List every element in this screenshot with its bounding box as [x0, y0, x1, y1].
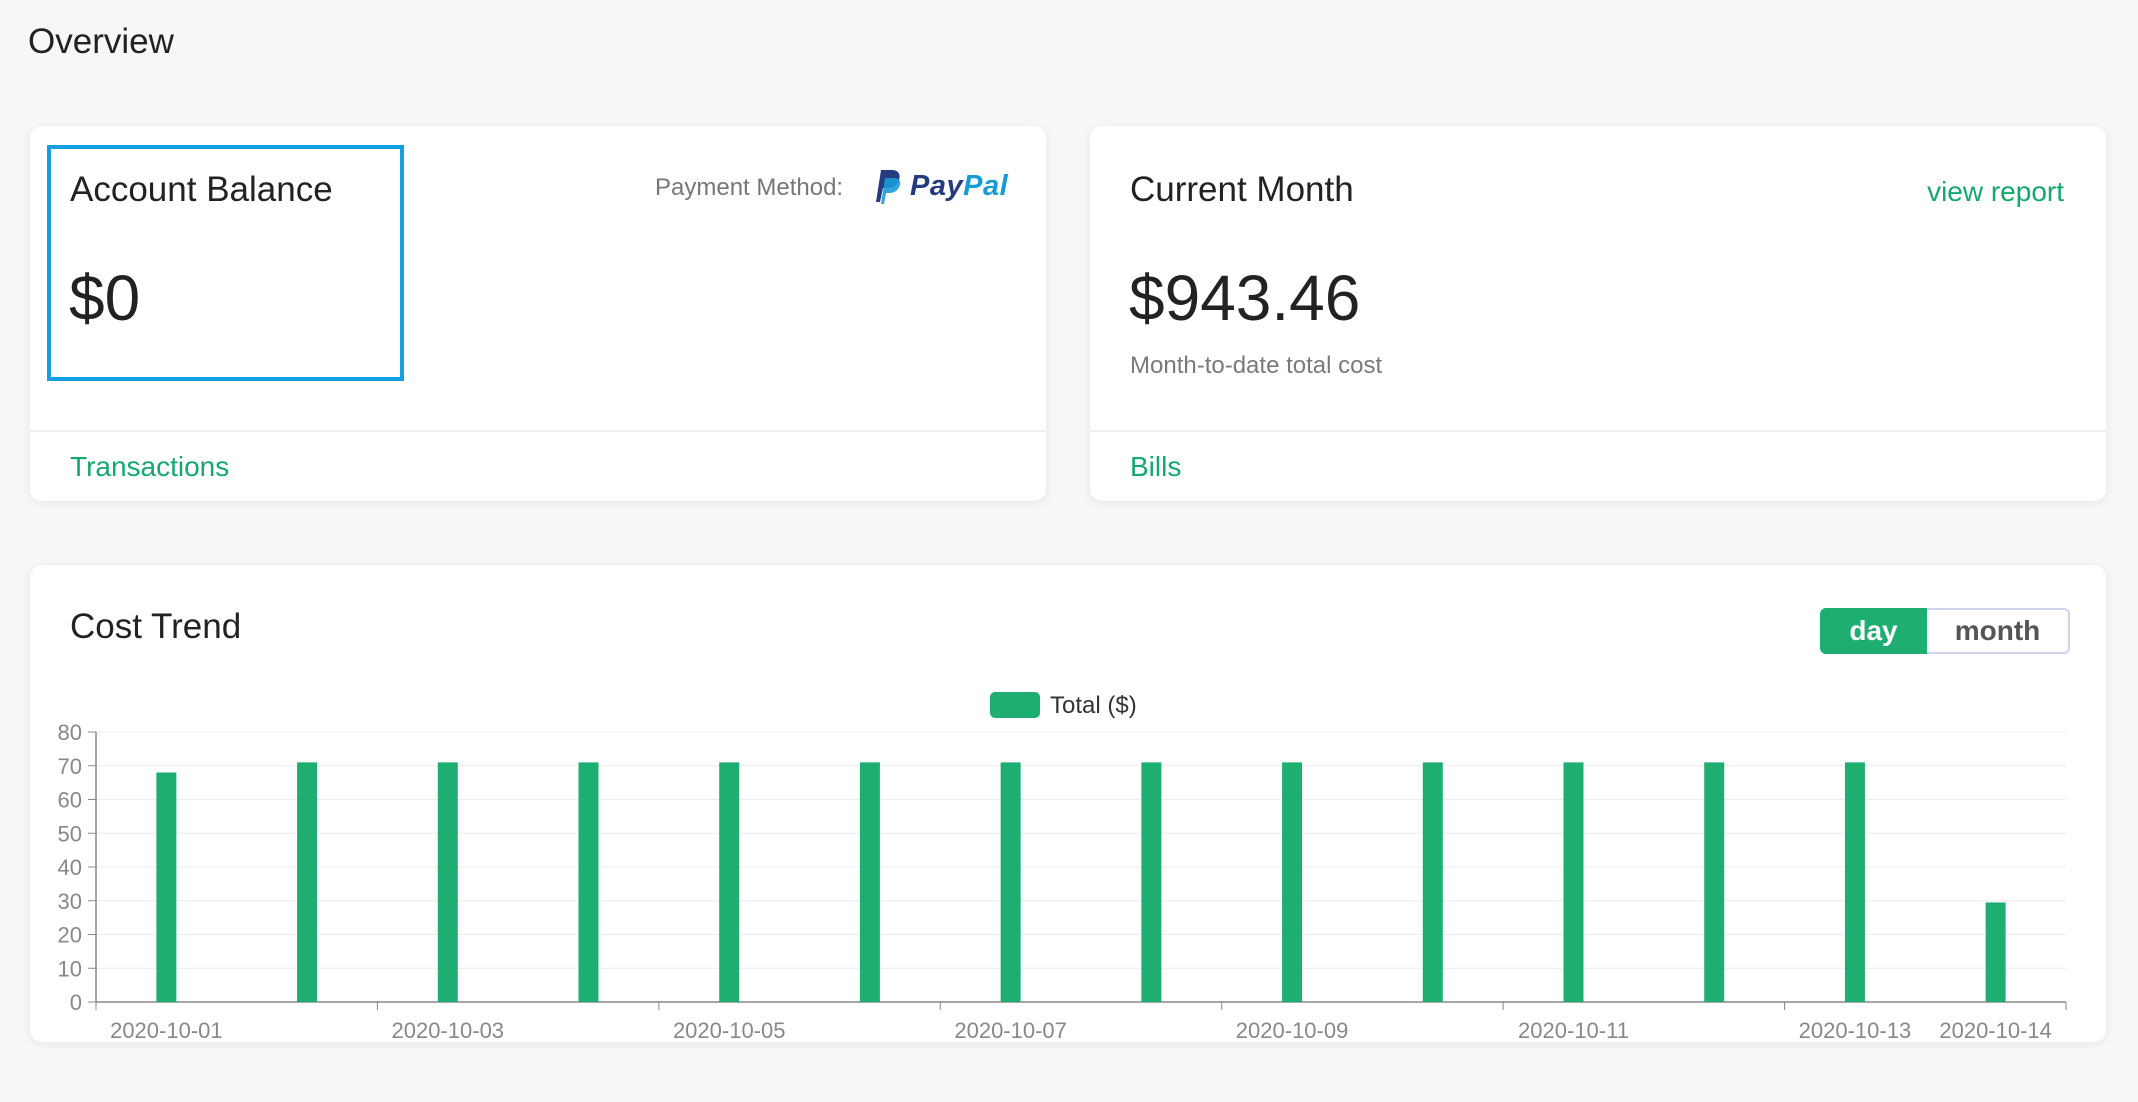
x-tick-label: 2020-10-09	[1236, 1018, 1349, 1042]
cost-trend-chart: 0 10 20 30 40 50 60 70 80 2020-10-01 2020-10-03 202…	[58, 692, 2067, 1042]
bar	[297, 762, 318, 1002]
payment-method-label: Payment Method:	[655, 174, 844, 201]
x-tick-label: 2020-10-07	[954, 1018, 1067, 1042]
y-tick-label: 50	[58, 821, 82, 846]
y-tick-label: 70	[58, 754, 82, 779]
account-balance-title: Account Balance	[70, 170, 333, 209]
transactions-link[interactable]: Transactions	[70, 451, 229, 483]
bar	[1844, 762, 1865, 1002]
account-balance-card: Account Balance $0 Payment Method: PayPa…	[30, 126, 1046, 501]
current-month-amount: $943.46	[1129, 262, 1361, 334]
bar	[1282, 762, 1303, 1002]
bar	[719, 762, 740, 1002]
bar	[1141, 762, 1162, 1002]
bills-link[interactable]: Bills	[1130, 451, 1181, 483]
x-tick-label: 2020-10-14	[1939, 1018, 2052, 1042]
y-tick-label: 60	[58, 788, 82, 813]
bar	[859, 762, 880, 1002]
page-title: Overview	[28, 22, 174, 61]
bar	[1563, 762, 1584, 1002]
x-tick-label: 2020-10-13	[1799, 1018, 1912, 1042]
card-divider	[30, 430, 1046, 432]
current-month-title: Current Month	[1130, 170, 1354, 209]
bar	[437, 762, 458, 1002]
y-tick-label: 20	[58, 923, 82, 948]
x-tick-label: 2020-10-03	[392, 1018, 505, 1042]
y-tick-label: 30	[58, 889, 82, 914]
y-tick-label: 80	[58, 720, 82, 745]
view-report-link[interactable]: view report	[1927, 176, 2064, 208]
paypal-p-icon	[876, 170, 901, 204]
x-tick-label: 2020-10-01	[110, 1018, 223, 1042]
x-tick-label: 2020-10-05	[673, 1018, 786, 1042]
bar	[1704, 762, 1725, 1002]
legend-swatch	[990, 692, 1040, 718]
y-tick-label: 10	[58, 956, 82, 981]
account-balance-amount: $0	[69, 262, 141, 334]
bar	[156, 772, 177, 1002]
paypal-wordmark: PayPal	[910, 169, 1009, 202]
legend-label: Total ($)	[1050, 692, 1137, 719]
month-to-date-caption: Month-to-date total cost	[1130, 352, 1383, 379]
bar	[1422, 762, 1443, 1002]
cost-trend-card: Cost Trend day month 0 10 20 30 40 50 60 70 80 20…	[30, 565, 2106, 1042]
paypal-logo: PayPal	[870, 166, 1008, 206]
y-tick-label: 0	[70, 990, 82, 1015]
card-divider	[1090, 430, 2106, 432]
x-tick-label: 2020-10-11	[1518, 1018, 1629, 1042]
bar	[1985, 902, 2006, 1002]
bar	[578, 762, 599, 1002]
current-month-card: Current Month view report $943.46 Month-…	[1090, 126, 2106, 501]
bar	[1000, 762, 1021, 1002]
y-tick-label: 40	[58, 855, 82, 880]
